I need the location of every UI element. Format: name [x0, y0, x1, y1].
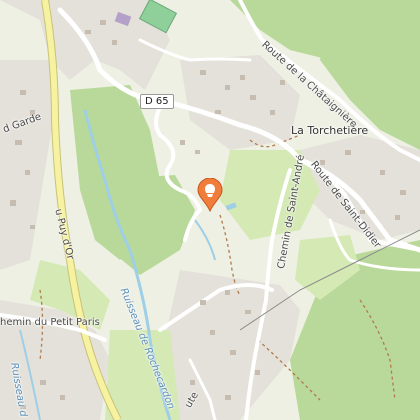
map-view[interactable]: Route de la Châtaignière D 65 La Torchet… [0, 0, 420, 420]
location-marker[interactable] [197, 178, 223, 212]
map-pin-icon [197, 178, 223, 212]
label-chemin-petit-paris: hemin du Petit Paris [0, 317, 100, 328]
label-la-torchetiere: La Torchetière [291, 124, 369, 137]
label-d65-shield: D 65 [140, 94, 174, 109]
